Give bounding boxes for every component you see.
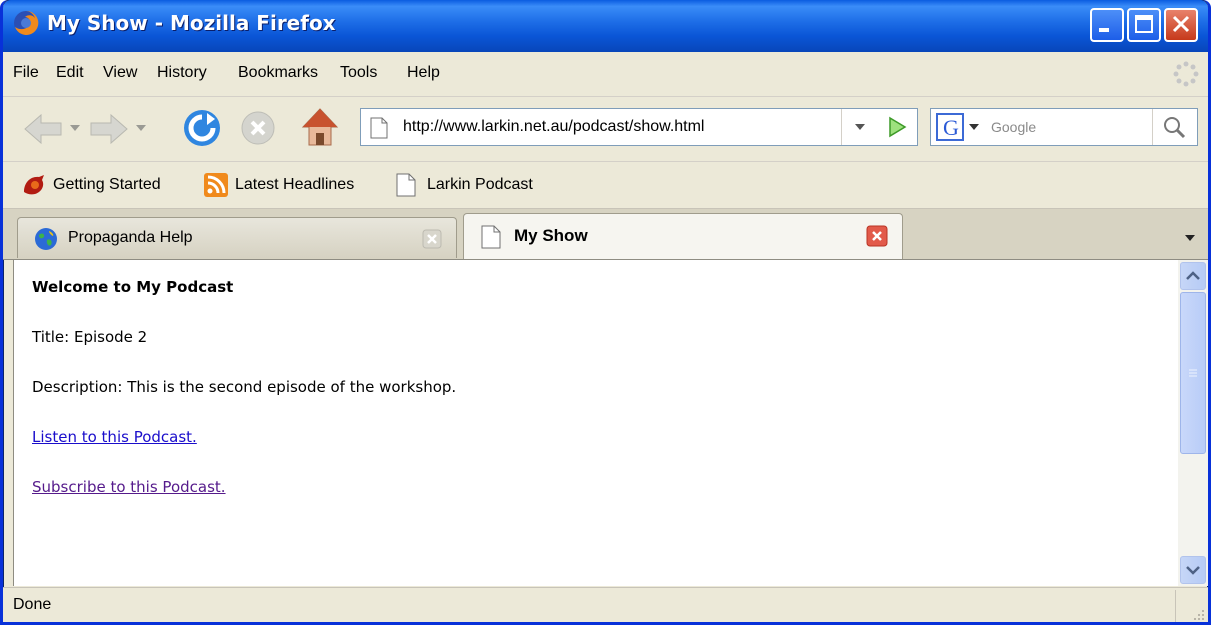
page-icon [370, 117, 388, 139]
tab-my-show[interactable]: My Show [463, 213, 903, 259]
chevron-down-icon [1185, 235, 1195, 241]
reload-icon[interactable] [181, 107, 223, 149]
navigation-toolbar: http://www.larkin.net.au/podcast/show.ht… [3, 97, 1208, 162]
scroll-down-button[interactable] [1180, 556, 1206, 584]
url-text[interactable]: http://www.larkin.net.au/podcast/show.ht… [403, 118, 704, 136]
chevron-down-icon [1186, 566, 1200, 575]
resize-grip-icon[interactable] [1190, 606, 1206, 622]
go-button[interactable] [877, 109, 917, 145]
page-heading: Welcome to My Podcast [32, 278, 234, 296]
tab-list-button[interactable] [1176, 219, 1204, 253]
listen-link[interactable]: Listen to this Podcast. [32, 428, 197, 446]
tab-propaganda-help[interactable]: Propaganda Help [17, 217, 457, 258]
page-icon [396, 173, 416, 197]
url-bar[interactable]: http://www.larkin.net.au/podcast/show.ht… [360, 108, 918, 146]
menu-bar: File Edit View History Bookmarks Tools H… [3, 52, 1208, 97]
page-content: Welcome to My Podcast Title: Episode 2 D… [13, 260, 1179, 586]
scroll-up-button[interactable] [1180, 262, 1206, 290]
menu-edit[interactable]: Edit [56, 64, 84, 82]
rss-icon [204, 173, 228, 197]
minimize-icon [1099, 28, 1109, 32]
go-arrow-icon [889, 116, 907, 138]
bookmark-larkin-podcast[interactable]: Larkin Podcast [395, 172, 565, 198]
chevron-up-icon [1186, 271, 1200, 280]
scroll-thumb[interactable] [1180, 292, 1206, 454]
title-bar[interactable]: My Show - Mozilla Firefox [3, 0, 1208, 52]
bookmark-latest-headlines[interactable]: Latest Headlines [203, 172, 383, 198]
status-divider [1175, 590, 1176, 622]
menu-file[interactable]: File [13, 64, 39, 82]
window-title: My Show - Mozilla Firefox [47, 11, 336, 35]
menu-history[interactable]: History [157, 64, 207, 82]
url-history-dropdown[interactable] [841, 109, 878, 145]
minimize-button[interactable] [1090, 8, 1124, 42]
bookmark-label: Larkin Podcast [427, 176, 533, 193]
globe-icon [35, 228, 57, 250]
bookmark-getting-started[interactable]: Getting Started [21, 172, 191, 198]
stop-icon[interactable] [239, 109, 277, 147]
firefox-bookmark-icon [24, 175, 44, 195]
maximize-button[interactable] [1127, 8, 1161, 42]
episode-description: Description: This is the second episode … [32, 378, 457, 396]
bookmark-label: Getting Started [53, 176, 161, 193]
bookmarks-toolbar: Getting Started Latest Headlines Larkin … [3, 162, 1208, 209]
google-engine-icon: G [936, 113, 979, 141]
forward-dropdown-icon[interactable] [135, 123, 147, 133]
throbber-icon [1173, 61, 1199, 87]
search-placeholder[interactable]: Google [991, 119, 1036, 135]
tab-close-icon[interactable] [866, 225, 888, 247]
home-icon[interactable] [299, 105, 341, 149]
firefox-icon [14, 10, 39, 35]
back-dropdown-icon[interactable] [69, 123, 81, 133]
bookmark-label: Latest Headlines [235, 176, 355, 193]
search-button[interactable] [1152, 109, 1197, 145]
status-bar: Done [3, 587, 1208, 622]
chevron-down-icon [855, 124, 865, 130]
tab-label: Propaganda Help [68, 229, 193, 246]
tab-label: My Show [514, 226, 588, 245]
menu-tools[interactable]: Tools [340, 64, 377, 82]
magnifier-icon [1164, 117, 1186, 139]
maximize-icon [1135, 15, 1153, 33]
menu-bookmarks[interactable]: Bookmarks [238, 64, 318, 82]
search-engine-selector[interactable]: G [935, 113, 987, 141]
page-icon [481, 225, 501, 249]
menu-view[interactable]: View [103, 64, 137, 82]
vertical-scrollbar[interactable] [1178, 260, 1208, 586]
close-button[interactable] [1164, 8, 1198, 42]
forward-icon[interactable] [87, 111, 131, 147]
close-icon [1172, 15, 1190, 33]
tab-bar: Propaganda Help My Show [3, 209, 1208, 260]
search-engine-letter: G [943, 115, 959, 140]
menu-help[interactable]: Help [407, 64, 440, 82]
episode-title: Title: Episode 2 [32, 328, 148, 346]
back-icon[interactable] [21, 111, 65, 147]
browser-window: My Show - Mozilla Firefox File Edit View… [0, 0, 1211, 625]
status-text: Done [13, 596, 52, 613]
tab-close-icon[interactable] [422, 229, 442, 249]
grip-lines-icon [1189, 369, 1197, 377]
subscribe-link[interactable]: Subscribe to this Podcast. [32, 478, 226, 496]
search-box[interactable]: G Google [930, 108, 1198, 146]
